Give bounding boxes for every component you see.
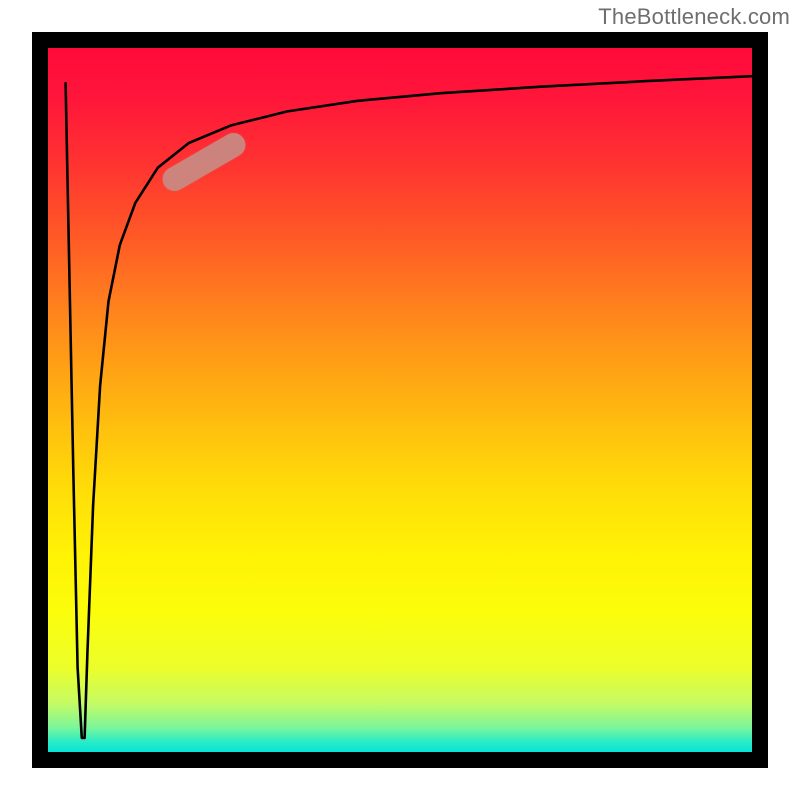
curve-layer [48,48,752,752]
watermark-text: TheBottleneck.com [598,4,790,30]
chart-frame: TheBottleneck.com [0,0,800,800]
